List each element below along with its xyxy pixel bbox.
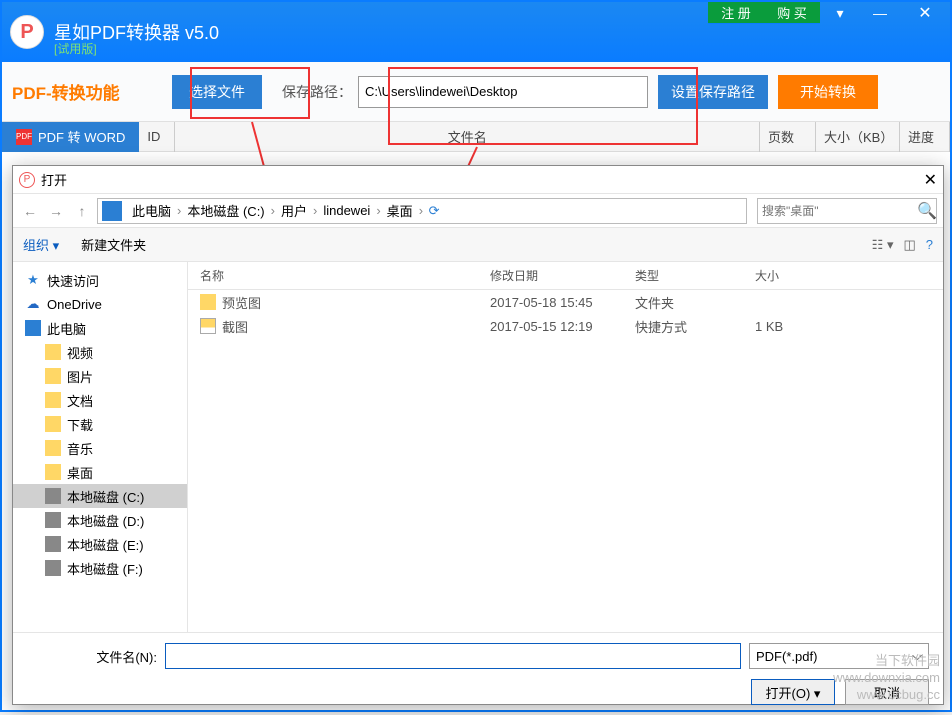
bc-3[interactable]: lindewei (317, 203, 376, 218)
dialog-sidebar: ★快速访问☁OneDrive此电脑视频图片文档下载音乐桌面本地磁盘 (C:)本地… (13, 262, 188, 632)
view-mode-icon[interactable]: ☷ ▾ (872, 237, 894, 253)
star-icon: ★ (25, 272, 41, 288)
col-type[interactable]: 类型 (623, 267, 743, 284)
dropdown-icon[interactable]: ▾ (820, 2, 860, 24)
drive-icon (45, 560, 61, 576)
sidebar-item-6[interactable]: 下载 (13, 412, 187, 436)
preview-pane-icon[interactable]: ◫ (903, 237, 915, 253)
tab-label: PDF 转 WORD (38, 127, 125, 146)
pc-icon (25, 320, 41, 336)
nav-forward-icon[interactable]: → (45, 200, 67, 222)
sidebar-item-0[interactable]: ★快速访问 (13, 268, 187, 292)
pdf-icon: PDF (16, 129, 32, 145)
col-date[interactable]: 修改日期 (478, 267, 623, 284)
dialog-logo-icon: P (19, 172, 35, 188)
breadcrumb[interactable]: 此电脑› 本地磁盘 (C:)› 用户› lindewei› 桌面› ⟳ (97, 198, 747, 224)
bc-1[interactable]: 本地磁盘 (C:) (181, 201, 270, 220)
dialog-bottom: 文件名(N): PDF(*.pdf)⌵ 打开(O) ▾ 取消 (13, 632, 943, 715)
app-logo: P (10, 15, 44, 49)
top-link-register[interactable]: 注 册 (708, 2, 764, 24)
dialog-title: 打开 (41, 170, 67, 189)
folder-icon (45, 368, 61, 384)
pc-icon (102, 201, 122, 221)
folder-icon (45, 440, 61, 456)
sidebar-item-7[interactable]: 音乐 (13, 436, 187, 460)
sidebar-item-8[interactable]: 桌面 (13, 460, 187, 484)
top-link-buy[interactable]: 购 买 (764, 2, 820, 24)
col-filesize[interactable]: 大小 (743, 267, 843, 284)
sidebar-item-11[interactable]: 本地磁盘 (E:) (13, 532, 187, 556)
watermark: 当下软件园 www.downxia.com www.ucbug.cc (833, 653, 940, 704)
organize-menu[interactable]: 组织 ▾ (23, 235, 59, 254)
sidebar-item-1[interactable]: ☁OneDrive (13, 292, 187, 316)
col-size[interactable]: 大小（KB） (816, 122, 900, 152)
sidebar-item-9[interactable]: 本地磁盘 (C:) (13, 484, 187, 508)
sidebar-item-5[interactable]: 文档 (13, 388, 187, 412)
open-button[interactable]: 打开(O) ▾ (751, 679, 835, 705)
drive-icon (45, 536, 61, 552)
file-row[interactable]: 预览图2017-05-18 15:45文件夹 (188, 290, 943, 314)
sidebar-item-12[interactable]: 本地磁盘 (F:) (13, 556, 187, 580)
pdf-function-label: PDF-转换功能 (12, 79, 172, 104)
col-progress[interactable]: 进度 (900, 122, 950, 152)
nav-up-icon[interactable]: ↑ (71, 200, 93, 222)
start-convert-button[interactable]: 开始转换 (778, 75, 878, 109)
sidebar-item-3[interactable]: 视频 (13, 340, 187, 364)
cloud-icon: ☁ (25, 296, 41, 312)
filename-input[interactable] (165, 643, 741, 669)
folder-icon (45, 344, 61, 360)
app-window: P 星如PDF转换器 v5.0 [试用版] 注 册 购 买 ▾ — ✕ PDF-… (0, 0, 952, 712)
bc-0[interactable]: 此电脑 (126, 201, 177, 220)
folder-icon (45, 464, 61, 480)
folder-icon (200, 294, 216, 310)
minimize-icon[interactable]: — (860, 2, 900, 24)
col-id[interactable]: ID (139, 122, 175, 152)
tab-pdf-to-word[interactable]: PDF PDF 转 WORD (2, 122, 139, 152)
col-pages[interactable]: 页数 (760, 122, 816, 152)
dialog-nav: ← → ↑ 此电脑› 本地磁盘 (C:)› 用户› lindewei› 桌面› … (13, 194, 943, 228)
nav-back-icon[interactable]: ← (19, 200, 41, 222)
search-input[interactable] (762, 204, 917, 218)
app-subtitle: [试用版] (54, 40, 97, 57)
search-icon[interactable]: 🔍 (917, 201, 937, 221)
dialog-titlebar: P 打开 ✕ (13, 166, 943, 194)
sidebar-item-10[interactable]: 本地磁盘 (D:) (13, 508, 187, 532)
drive-icon (45, 512, 61, 528)
sidebar-item-2[interactable]: 此电脑 (13, 316, 187, 340)
col-name[interactable]: 名称 (188, 267, 478, 284)
file-row[interactable]: 截图2017-05-15 12:19快捷方式1 KB (188, 314, 943, 338)
filename-label: 文件名(N): (27, 647, 157, 666)
new-folder-button[interactable]: 新建文件夹 (81, 235, 146, 254)
help-icon[interactable]: ? (926, 237, 933, 253)
file-list: 名称 修改日期 类型 大小 预览图2017-05-18 15:45文件夹截图20… (188, 262, 943, 632)
highlight-path-area (388, 67, 698, 145)
file-list-header: 名称 修改日期 类型 大小 (188, 262, 943, 290)
close-icon[interactable]: ✕ (900, 2, 950, 24)
refresh-icon[interactable]: ⟳ (423, 203, 445, 219)
bc-2[interactable]: 用户 (275, 201, 313, 220)
highlight-select-file (190, 67, 310, 119)
drive-icon (45, 488, 61, 504)
search-box[interactable]: 🔍 (757, 198, 937, 224)
folder-icon (45, 392, 61, 408)
bc-4[interactable]: 桌面 (381, 201, 419, 220)
sidebar-item-4[interactable]: 图片 (13, 364, 187, 388)
file-open-dialog: P 打开 ✕ ← → ↑ 此电脑› 本地磁盘 (C:)› 用户› lindewe… (12, 165, 944, 705)
dialog-toolbar: 组织 ▾ 新建文件夹 ☷ ▾ ◫ ? (13, 228, 943, 262)
folder-icon (45, 416, 61, 432)
dialog-close-icon[interactable]: ✕ (924, 170, 937, 190)
shortcut-icon (200, 318, 216, 334)
titlebar: P 星如PDF转换器 v5.0 [试用版] 注 册 购 买 ▾ — ✕ (2, 2, 950, 62)
